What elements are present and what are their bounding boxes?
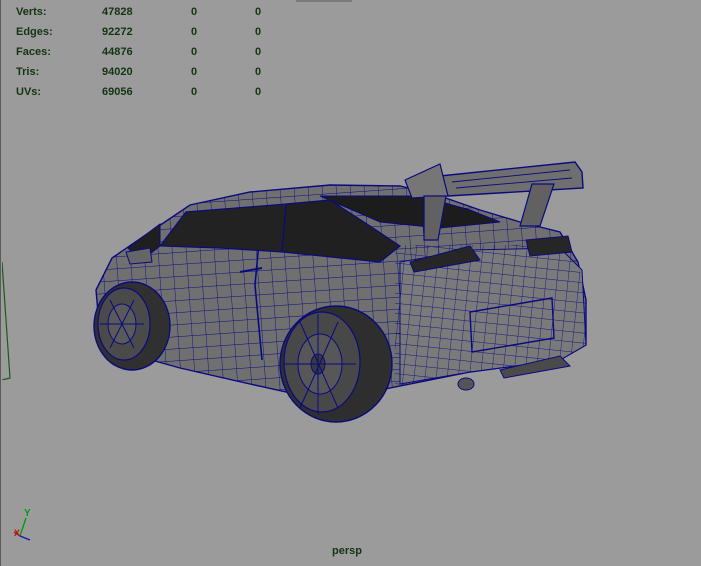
perspective-viewport[interactable]: Verts: 47828 0 0 Edges: 92272 0 0 Faces:… [0,0,701,566]
rear-wheel[interactable] [279,305,393,423]
camera-name-label: persp [332,545,362,557]
axis-gizmo-icon: Y X [10,508,40,546]
axis-y-label: Y [24,508,31,519]
front-wheel[interactable] [93,281,171,371]
axis-x-label: X [14,528,21,538]
car-model-wireframe[interactable] [0,0,701,566]
